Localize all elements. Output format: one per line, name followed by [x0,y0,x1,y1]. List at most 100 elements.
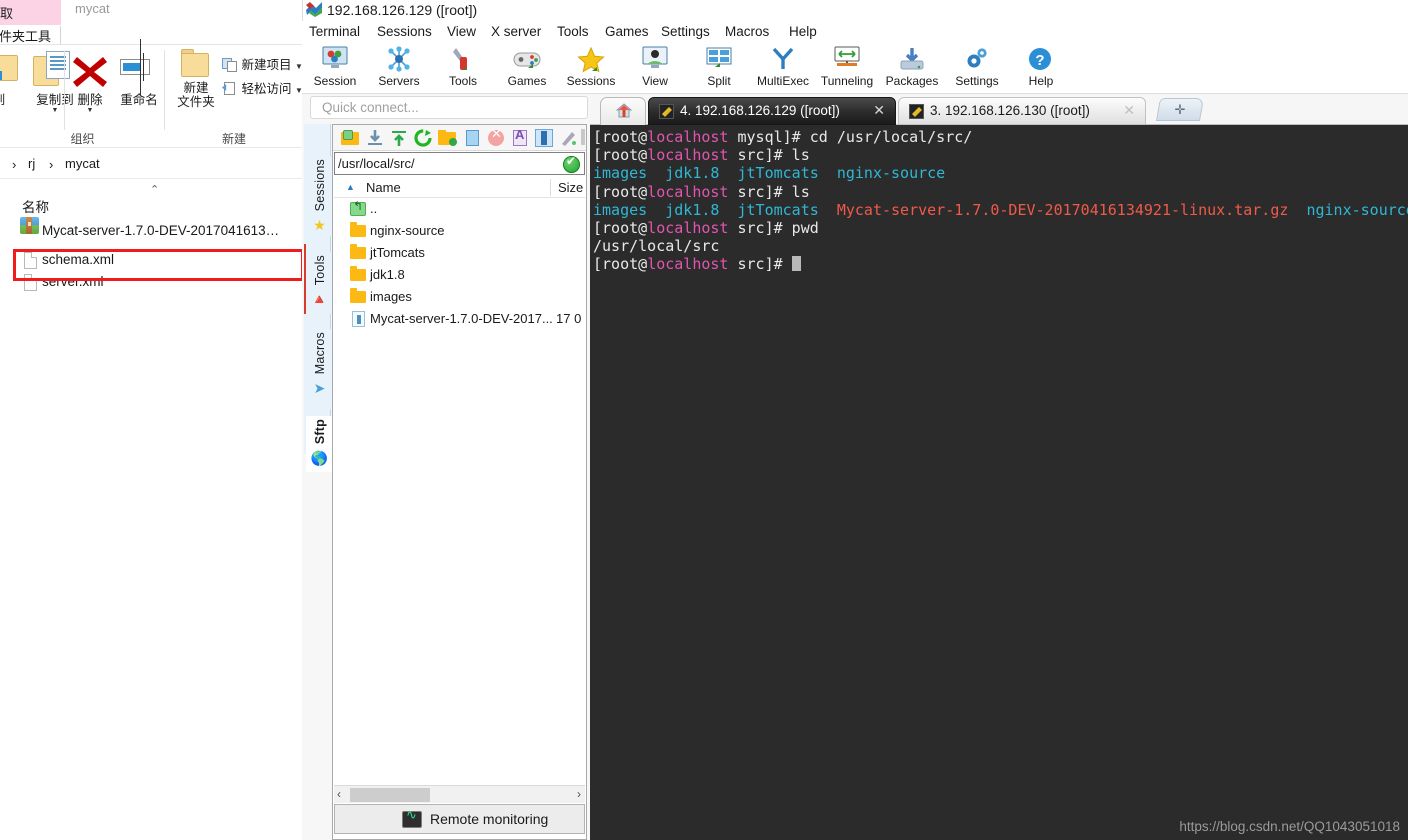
toolbar-session-button[interactable]: Session [308,45,362,88]
explorer-tab-selected[interactable]: 取 [0,0,61,25]
home-tab[interactable] [600,97,646,125]
toolbar-tools-label: Tools [448,74,477,88]
menu-view[interactable]: View [444,23,479,40]
remote-monitoring-button[interactable]: Remote monitoring [334,804,585,834]
explorer-list-item[interactable]: Mycat-server-1.7.0-DEV-2017041613… [0,214,302,249]
new-tab-button[interactable]: ✛ [1155,98,1205,121]
sidebar-item-sessions[interactable]: Sessions ★ [306,156,333,236]
toolbar-tools-button[interactable]: Tools [436,45,490,88]
ribbon-group-new-label: 新建 [221,132,246,146]
scroll-right-icon[interactable]: › [577,787,581,801]
close-icon[interactable]: ✕ [873,102,885,119]
delete-chevron-down-icon[interactable]: ▼ [66,107,114,114]
sftp-horizontal-scrollbar[interactable]: ‹ › [334,785,585,803]
terminal-text: src]# ls [728,146,810,165]
monitor-person-icon [628,45,682,73]
parent-folder-icon[interactable] [341,129,359,147]
toolbar-view-button[interactable]: View [628,45,682,88]
easy-access-chevron-down-icon[interactable]: ▼ [295,86,302,95]
explorer-ribbon: 到 复制到 ▼ [0,44,302,147]
menu-sessions[interactable]: Sessions [374,23,435,40]
sftp-list-item[interactable]: nginx-source [334,220,585,242]
terminal-key-icon [909,104,924,119]
delete-x-icon [73,57,107,87]
sftp-list-item[interactable]: images [334,286,585,308]
permissions-icon[interactable] [559,129,577,147]
binary-mode-icon[interactable] [535,129,553,147]
menu-settings[interactable]: Settings [658,23,713,40]
move-to-button[interactable]: 到 [0,49,22,107]
menu-x-server[interactable]: X server [488,23,544,40]
tab-divider [60,26,61,44]
delete-label: 删除 [77,93,103,107]
toolbar-sessions-button[interactable]: Sessions [564,45,618,88]
new-item-button[interactable]: 新建项目 ▼ [222,54,302,73]
sftp-list-item[interactable]: .. [334,198,585,220]
rename-button[interactable]: 重命名 [112,49,166,107]
breadcrumb-part-3[interactable]: mycat [65,156,100,171]
menu-games[interactable]: Games [602,23,652,40]
menu-tools[interactable]: Tools [554,23,592,40]
sftp-list-item[interactable]: jtTomcats [334,242,585,264]
column-divider[interactable] [550,179,551,196]
collapse-chevron-up-icon[interactable]: ⌃ [150,183,159,196]
terminal-line: [root@localhost src]# ls [593,183,1408,201]
menu-help[interactable]: Help [786,23,820,40]
terminal-text: images jdk1.8 jtTomcats nginx-source [593,164,946,183]
quick-connect-field[interactable] [310,96,588,119]
check-circle-icon[interactable] [563,154,580,173]
sidebar-item-macros[interactable]: Macros ➤ [306,329,333,409]
remote-monitoring-label: Remote monitoring [430,811,549,827]
sftp-column-name[interactable]: Name [366,180,401,195]
quick-connect-input[interactable] [320,97,580,118]
menu-terminal[interactable]: Terminal [306,23,363,40]
new-folder-icon[interactable] [438,129,457,147]
sftp-list-item[interactable]: Mycat-server-1.7.0-DEV-2017... 17 0 [334,308,585,330]
toolbar-packages-button[interactable]: Packages [885,45,939,88]
upload-icon[interactable] [390,129,408,147]
new-file-icon[interactable] [463,129,481,147]
scroll-left-icon[interactable]: ‹ [337,787,341,801]
tab-session-3[interactable]: 3. 192.168.126.130 ([root]) ✕ [898,97,1146,125]
up-folder-icon [350,199,366,216]
terminal-text: localhost [647,255,729,274]
close-icon[interactable]: ✕ [1123,102,1135,119]
toolbar-settings-button[interactable]: Settings [950,45,1004,88]
session-icon [308,45,362,73]
toolbar-split-button[interactable]: Split [692,45,746,88]
text-mode-icon[interactable]: A [511,127,529,147]
scroll-thumb[interactable] [350,788,430,802]
more-icon[interactable] [581,129,587,147]
sftp-path-value[interactable]: /usr/local/src/ [338,156,415,171]
delete-icon[interactable]: ✕ [487,126,505,147]
explorer-column-name[interactable]: 名称 [22,196,49,216]
toolbar-multiexec-button[interactable]: MultiExec [756,45,810,88]
new-folder-button[interactable]: 新建 文件夹 [170,49,222,109]
explorer-tab-folder-tools[interactable]: 件夹工具 [0,25,59,44]
terminal-text: [root@ [593,182,648,201]
menu-macros[interactable]: Macros [722,23,772,40]
sftp-column-size[interactable]: Size [558,180,583,195]
easy-access-button[interactable]: 轻松访问 ▼ [222,78,302,97]
explorer-tab-strip: 取 件夹工具 mycat [0,0,302,44]
sidebar-item-tools[interactable]: Tools 🔺 [306,252,333,314]
new-item-chevron-down-icon[interactable]: ▼ [295,62,302,71]
breadcrumb[interactable]: t › rj › mycat [0,147,302,177]
sftp-path-bar[interactable]: /usr/local/src/ [334,152,585,175]
sftp-list-item[interactable]: jdk1.8 [334,264,585,286]
refresh-icon[interactable] [414,129,432,147]
sort-ascending-icon[interactable]: ▲ [346,182,355,192]
download-icon[interactable] [366,129,384,147]
ribbon-group-organize: 到 复制到 ▼ [0,45,165,148]
toolbar-tunneling-button[interactable]: Tunneling [820,45,874,88]
terminal-output-area[interactable]: [root@ localhost mysql]# cd /usr/local/sr… [590,125,1408,840]
toolbar-servers-button[interactable]: Servers [372,45,426,88]
delete-button[interactable]: 删除 ▼ [66,49,114,114]
tab-session-4[interactable]: 4. 192.168.126.129 ([root]) ✕ [648,97,896,125]
sidebar-item-sftp[interactable]: Sftp 🌎 [306,416,333,472]
toolbar-help-label: Help [1028,74,1054,88]
breadcrumb-part-2[interactable]: rj [28,156,35,171]
toolbar-help-button[interactable]: ? Help [1014,45,1068,88]
toolbar-games-button[interactable]: Games [500,45,554,88]
terminal-text: mysql]# cd /usr/local/src/ [728,128,973,146]
